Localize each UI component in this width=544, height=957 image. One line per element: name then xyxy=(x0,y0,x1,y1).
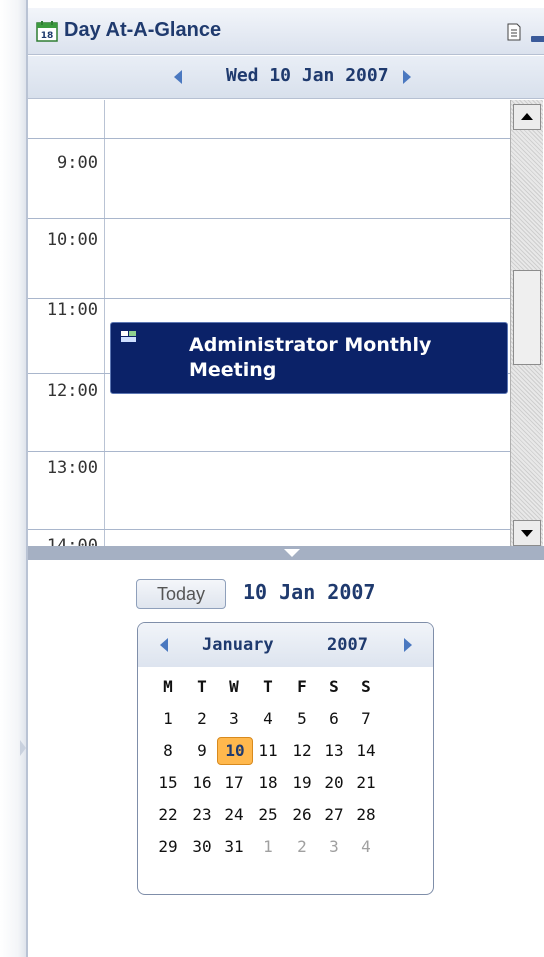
next-month-arrow-icon[interactable] xyxy=(404,638,412,652)
calendar-day[interactable]: 15 xyxy=(154,773,182,792)
weekday-header: T xyxy=(197,677,207,696)
calendar-day[interactable]: 9 xyxy=(188,741,216,760)
mini-calendar-header: January 2007 xyxy=(138,623,433,667)
scroll-thumb[interactable] xyxy=(513,270,541,365)
hour-line xyxy=(28,298,510,299)
hour-label: 14:00 xyxy=(46,536,98,546)
current-date: Wed 10 Jan 2007 xyxy=(226,65,389,86)
calendar-day[interactable]: 20 xyxy=(320,773,348,792)
portlet-titlebar: 18 Day At-A-Glance xyxy=(28,8,544,55)
calendar-day[interactable]: 4 xyxy=(254,709,282,728)
weekday-header: W xyxy=(229,677,239,696)
calendar-day[interactable]: 11 xyxy=(254,741,282,760)
today-button[interactable]: Today xyxy=(136,579,226,609)
selected-date: 10 Jan 2007 xyxy=(243,580,376,604)
scroll-up-button[interactable] xyxy=(513,104,541,130)
calendar-day[interactable]: 27 xyxy=(320,805,348,824)
calendar-day[interactable]: 3 xyxy=(320,837,348,856)
svg-text:18: 18 xyxy=(41,31,54,41)
calendar-day[interactable]: 21 xyxy=(352,773,380,792)
hour-label: 12:00 xyxy=(46,381,98,401)
next-day-arrow-icon[interactable] xyxy=(403,70,411,84)
prev-month-arrow-icon[interactable] xyxy=(160,638,168,652)
mini-calendar: January 2007 M T W T F S S 1 2 3 4 5 6 7 8 9 10 11 12 13 14 1… xyxy=(137,622,434,895)
day-schedule[interactable]: 9:00 10:00 11:00 12:00 13:00 14:00 Admin… xyxy=(28,100,510,546)
calendar-day[interactable]: 19 xyxy=(288,773,316,792)
schedule-scrollbar[interactable] xyxy=(510,100,543,546)
calendar-day[interactable]: 30 xyxy=(188,837,216,856)
calendar-day[interactable]: 2 xyxy=(288,837,316,856)
weekday-header: F xyxy=(297,677,307,696)
prev-day-arrow-icon[interactable] xyxy=(174,70,182,84)
calendar-day[interactable]: 7 xyxy=(352,709,380,728)
scroll-down-button[interactable] xyxy=(513,520,541,546)
hour-line xyxy=(28,529,510,530)
calendar-day[interactable]: 26 xyxy=(288,805,316,824)
calendar-icon: 18 xyxy=(36,21,58,42)
calendar-day[interactable]: 25 xyxy=(254,805,282,824)
event-block[interactable]: Administrator Monthly Meeting xyxy=(110,322,508,394)
weekday-header: S xyxy=(329,677,339,696)
up-arrow-icon xyxy=(521,113,533,120)
calendar-day[interactable]: 23 xyxy=(188,805,216,824)
calendar-day[interactable]: 6 xyxy=(320,709,348,728)
portlet-menu-icon[interactable] xyxy=(506,23,522,41)
calendar-day[interactable]: 18 xyxy=(254,773,282,792)
calendar-day[interactable]: 12 xyxy=(288,741,316,760)
calendar-day[interactable]: 4 xyxy=(352,837,380,856)
calendar-day[interactable]: 13 xyxy=(320,741,348,760)
hour-label: 10:00 xyxy=(46,230,98,250)
calendar-day[interactable]: 29 xyxy=(154,837,182,856)
month-label[interactable]: January xyxy=(202,635,274,655)
hour-label: 9:00 xyxy=(57,153,98,173)
calendar-day[interactable]: 14 xyxy=(352,741,380,760)
calendar-day[interactable]: 8 xyxy=(154,741,182,760)
date-navigator: Wed 10 Jan 2007 xyxy=(28,56,544,99)
hour-line xyxy=(28,218,510,219)
pane-splitter[interactable] xyxy=(28,546,544,560)
minimize-icon[interactable] xyxy=(531,36,544,42)
weekday-header: T xyxy=(263,677,273,696)
year-label[interactable]: 2007 xyxy=(327,635,368,655)
portlet-title: Day At-A-Glance xyxy=(64,19,222,41)
weekday-header: M xyxy=(163,677,173,696)
calendar-day[interactable]: 17 xyxy=(220,773,248,792)
calendar-day[interactable]: 24 xyxy=(220,805,248,824)
calendar-day[interactable]: 2 xyxy=(188,709,216,728)
calendar-day-today[interactable]: 10 xyxy=(217,737,253,765)
hour-label: 13:00 xyxy=(46,458,98,478)
page-shadow xyxy=(0,0,26,957)
calendar-day[interactable]: 3 xyxy=(220,709,248,728)
event-title: Administrator Monthly Meeting xyxy=(189,334,432,381)
weekday-header: S xyxy=(361,677,371,696)
down-arrow-icon xyxy=(521,530,533,537)
calendar-day[interactable]: 16 xyxy=(188,773,216,792)
collapse-arrow-icon[interactable] xyxy=(284,549,300,557)
calendar-day[interactable]: 22 xyxy=(154,805,182,824)
hour-line xyxy=(28,451,510,452)
meeting-icon xyxy=(121,331,136,342)
calendar-day[interactable]: 31 xyxy=(220,837,248,856)
hour-line xyxy=(28,138,510,139)
calendar-day[interactable]: 1 xyxy=(254,837,282,856)
hour-label: 11:00 xyxy=(46,300,98,320)
calendar-day[interactable]: 5 xyxy=(288,709,316,728)
calendar-day[interactable]: 1 xyxy=(154,709,182,728)
calendar-day[interactable]: 28 xyxy=(352,805,380,824)
